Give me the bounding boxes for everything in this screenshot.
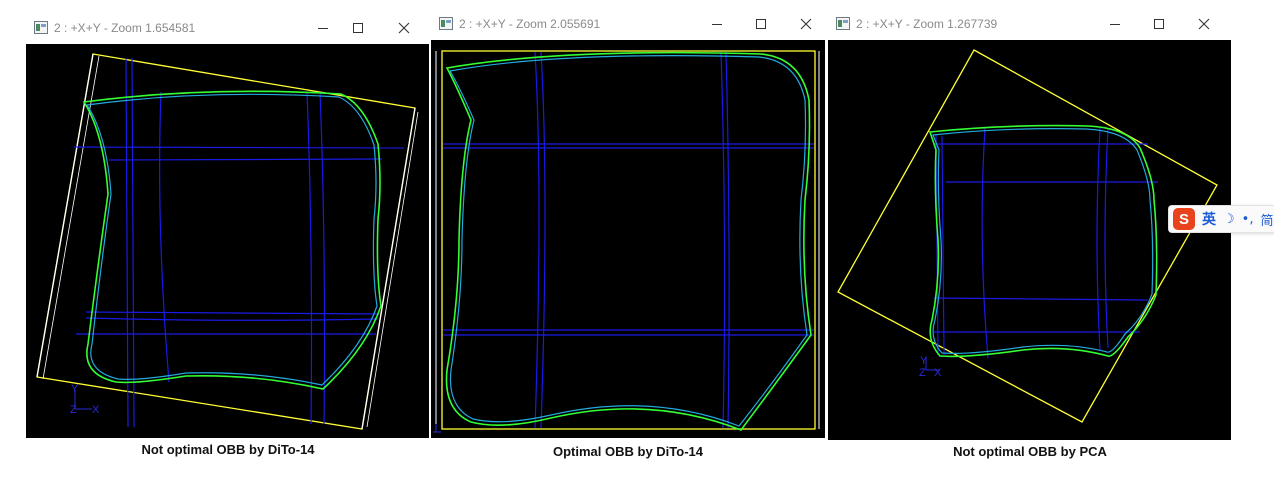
punctuation-toggle[interactable]: •,: [1242, 212, 1254, 227]
viewport[interactable]: Y Z X: [26, 44, 429, 438]
close-button[interactable]: [384, 16, 424, 40]
viewport-canvas: [433, 50, 820, 433]
grid-lines: [443, 51, 814, 429]
obb-box: [837, 49, 1218, 423]
caption-1: Not optimal OBB by DiTo-14: [141, 442, 315, 457]
close-icon: [800, 18, 812, 30]
obb-box: [441, 50, 816, 430]
caption-2: Optimal OBB by DiTo-14: [553, 444, 703, 459]
window-title: 2 : +X+Y - Zoom 1.654581: [54, 21, 196, 35]
grid-lines: [933, 127, 1158, 359]
window-title: 2 : +X+Y - Zoom 2.055691: [459, 17, 601, 31]
minimize-icon: [318, 28, 328, 29]
viewer-window-1[interactable]: 2 : +X+Y - Zoom 1.654581 Y Z X: [26, 14, 429, 438]
axis-label-y: Y: [920, 355, 928, 367]
caption-3: Not optimal OBB by PCA: [953, 444, 1107, 459]
app-icon: [34, 21, 48, 34]
viewport-canvas: Y Z X: [837, 49, 1218, 423]
ime-language-toggle[interactable]: 英: [1202, 209, 1216, 229]
window-title: 2 : +X+Y - Zoom 1.267739: [856, 17, 998, 31]
minimize-icon: [1110, 24, 1120, 25]
viewer-window-2[interactable]: 2 : +X+Y - Zoom 2.055691: [431, 10, 825, 438]
ime-more-toggle[interactable]: 简: [1260, 210, 1273, 229]
ime-toolbar[interactable]: S 英 ☽ •, 简: [1168, 205, 1274, 233]
axis-label-x: X: [92, 404, 100, 416]
moon-icon[interactable]: ☽: [1223, 212, 1235, 227]
minimize-button[interactable]: [697, 12, 737, 36]
axis-label-x: X: [934, 367, 942, 379]
axis-label-z: Z: [70, 404, 77, 416]
close-icon: [1198, 18, 1210, 30]
close-button[interactable]: [1184, 12, 1224, 36]
ime-logo[interactable]: S: [1173, 208, 1195, 230]
maximize-icon: [756, 19, 766, 29]
close-button[interactable]: [786, 12, 826, 36]
shape-contour: [82, 90, 382, 390]
axis-label-z: Z: [919, 367, 926, 379]
axis-label-y: Y: [71, 383, 79, 395]
minimize-button[interactable]: [303, 16, 343, 40]
app-icon: [836, 17, 850, 30]
axis-triad: [433, 424, 441, 433]
shape-contour: [445, 51, 812, 431]
minimize-button[interactable]: [1095, 12, 1135, 36]
title-bar[interactable]: 2 : +X+Y - Zoom 2.055691: [431, 10, 825, 38]
title-bar[interactable]: 2 : +X+Y - Zoom 1.654581: [26, 14, 429, 42]
viewport[interactable]: Y Z X: [828, 40, 1231, 440]
maximize-button[interactable]: [741, 12, 781, 36]
grid-lines: [73, 57, 405, 428]
maximize-button[interactable]: [1139, 12, 1179, 36]
title-bar[interactable]: 2 : +X+Y - Zoom 1.267739: [828, 10, 1231, 38]
maximize-icon: [1154, 19, 1164, 29]
shape-contour: [928, 124, 1158, 358]
app-icon: [439, 17, 453, 30]
viewport[interactable]: [431, 40, 825, 438]
maximize-icon: [353, 23, 363, 33]
minimize-icon: [712, 24, 722, 25]
close-icon: [398, 22, 410, 34]
viewport-canvas: Y Z X: [36, 53, 419, 430]
maximize-button[interactable]: [338, 16, 378, 40]
